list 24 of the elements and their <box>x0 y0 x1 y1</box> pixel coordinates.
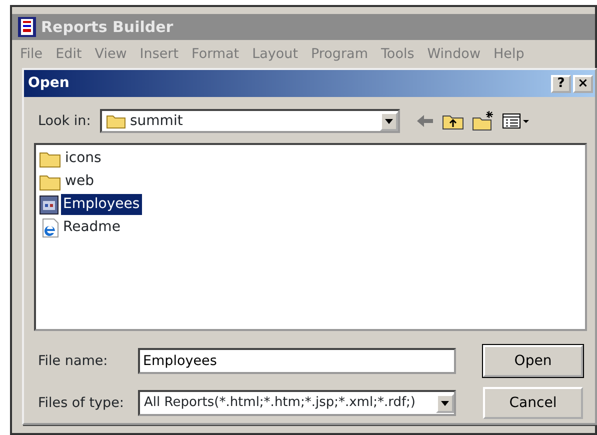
file-list-item[interactable]: icons <box>63 148 104 169</box>
back-arrow-icon[interactable] <box>416 114 434 128</box>
close-button[interactable]: × <box>573 74 593 92</box>
folder-icon <box>39 150 61 168</box>
dialog-title: Open <box>28 74 70 93</box>
look-in-dropdown[interactable]: summit <box>100 109 400 133</box>
new-folder-icon[interactable] <box>472 111 494 131</box>
file-type-dropdown[interactable]: All Reports(*.html;*.htm;*.jsp;*.xml;*.rdf;) <box>138 390 456 416</box>
app-icon <box>18 17 36 37</box>
file-list-item[interactable]: Readme <box>61 217 122 238</box>
file-name-label: File name: <box>38 352 109 371</box>
look-in-label: Look in: <box>38 112 92 131</box>
open-button[interactable]: Open <box>483 345 583 377</box>
report-file-icon <box>39 194 59 214</box>
file-name-field[interactable]: Employees <box>138 348 456 374</box>
file-type-label: Files of type: <box>38 394 125 413</box>
help-button[interactable]: ? <box>551 74 571 92</box>
folder-icon <box>106 113 126 129</box>
cancel-button[interactable]: Cancel <box>483 387 583 419</box>
file-list-item[interactable]: web <box>63 171 96 192</box>
view-menu-icon[interactable] <box>502 112 530 130</box>
window-title: Reports Builder <box>41 16 174 38</box>
folder-icon <box>39 172 61 190</box>
file-list-item[interactable]: Employees <box>61 194 142 215</box>
